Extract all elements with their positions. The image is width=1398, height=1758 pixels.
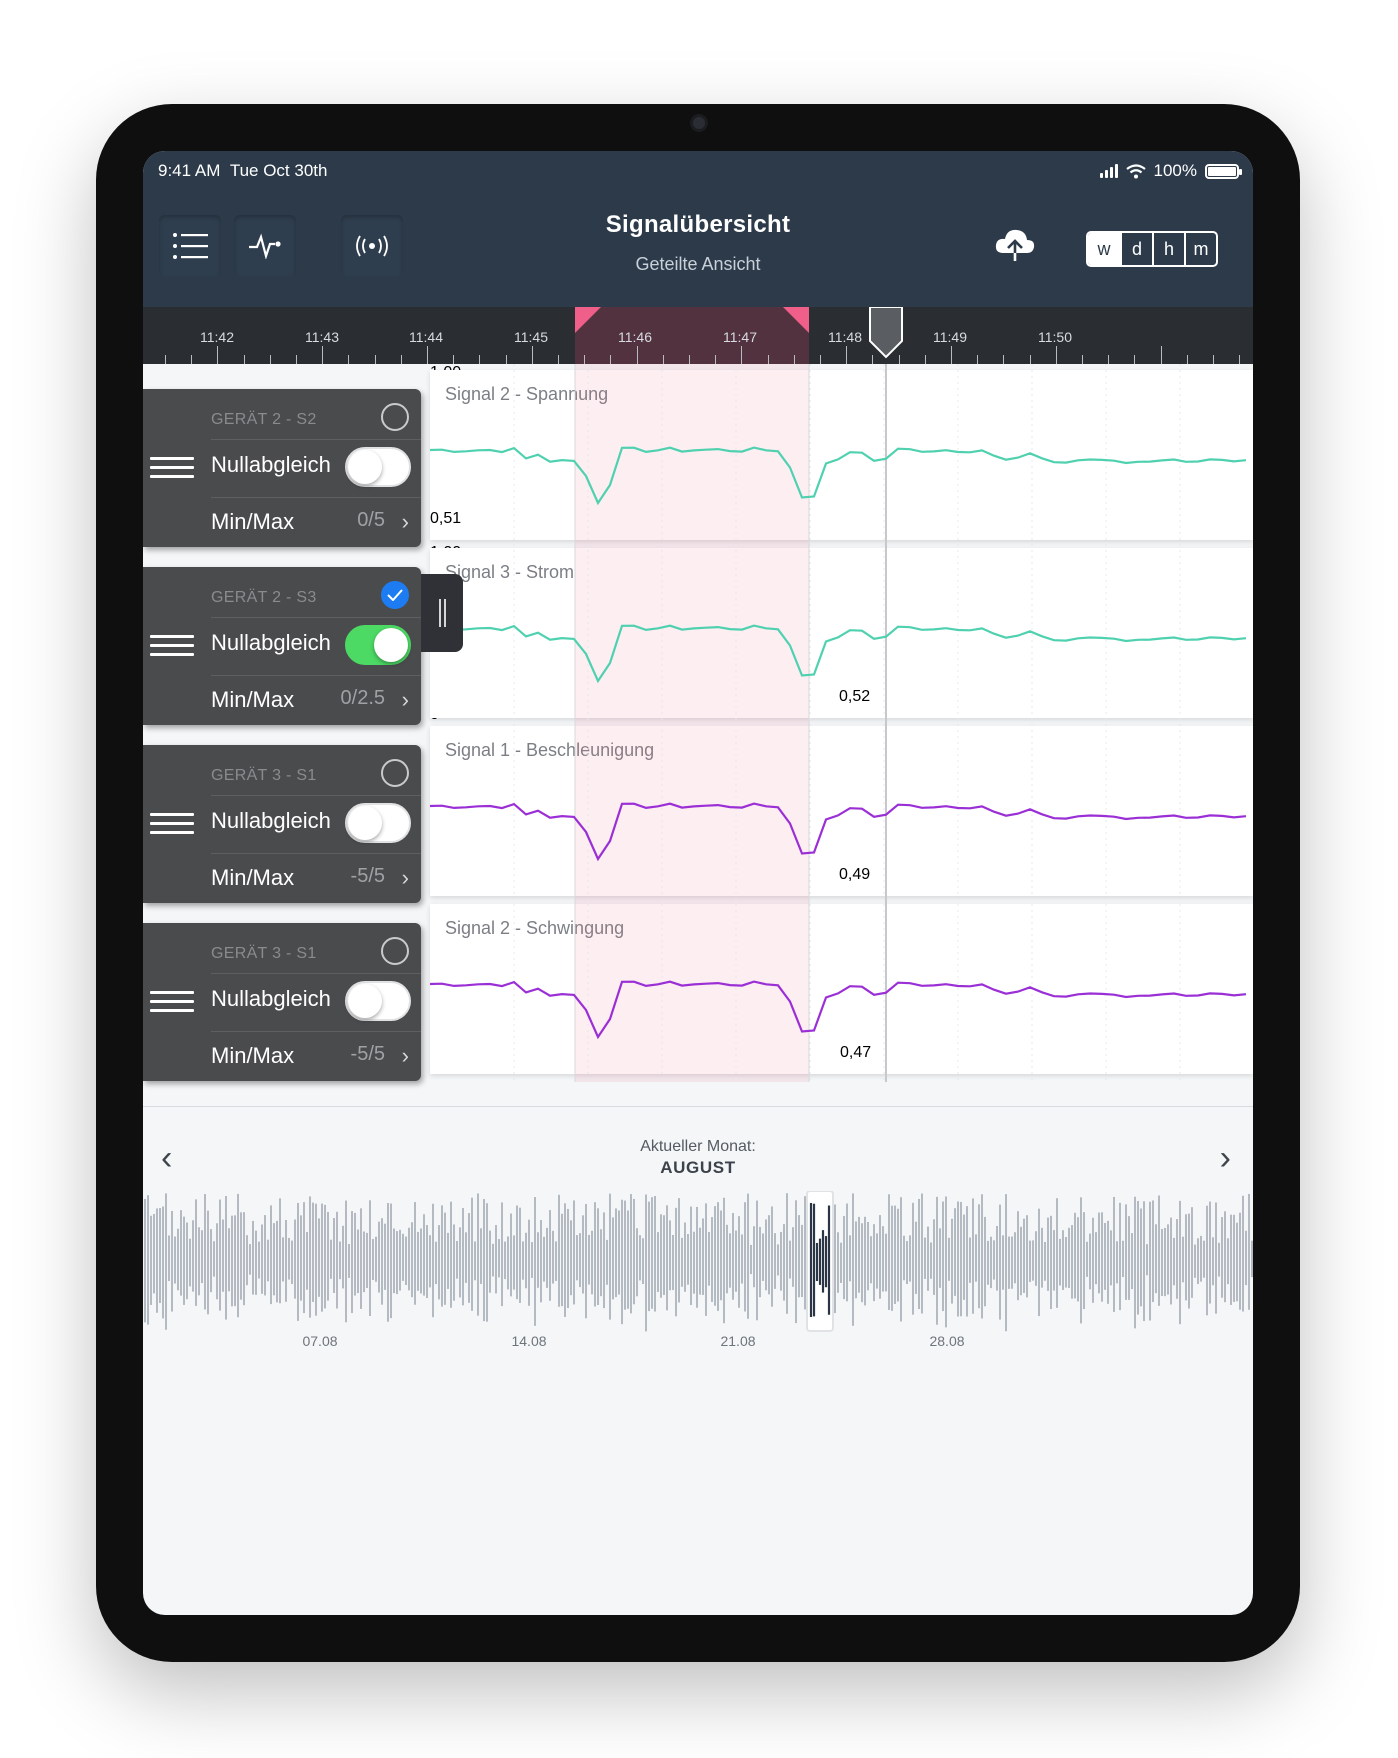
battery-icon (1205, 163, 1242, 179)
playhead[interactable] (869, 307, 903, 359)
signal-value: 0,47 (840, 1044, 872, 1061)
select-radio[interactable] (381, 759, 409, 787)
nullabgleich-toggle[interactable] (345, 447, 411, 487)
select-radio[interactable] (381, 403, 409, 431)
minmax-value: -5/5 (350, 865, 385, 887)
timeline-markers (575, 307, 903, 359)
device-title: GERÄT 2 - S2 (211, 411, 317, 428)
chevron-right-icon[interactable]: › (402, 1043, 409, 1069)
range-end-flag[interactable] (783, 307, 809, 333)
select-radio[interactable] (381, 937, 409, 965)
range-week[interactable]: w (1088, 233, 1120, 265)
range-month[interactable]: m (1184, 233, 1216, 265)
camera (690, 114, 708, 132)
nullabgleich-label: Nullabgleich (211, 452, 331, 477)
date-label: 21.08 (720, 1333, 756, 1349)
section-divider (143, 1106, 1253, 1107)
chevron-right-icon[interactable]: › (402, 509, 409, 535)
checkmark-icon (387, 589, 403, 601)
device-title: GERÄT 3 - S1 (211, 945, 317, 962)
month-name: AUGUST (660, 1158, 736, 1177)
top-bar: 9:41 AM Tue Oct 30th 100% Signalübersich… (143, 151, 1253, 307)
status-right: 100% (1099, 161, 1242, 181)
range-selector: w d h m (1086, 231, 1218, 267)
reorder-handle-icon[interactable] (150, 457, 194, 484)
device-panel: GERÄT 3 - S1 Nullabgleich Min/Max -5/5 › (143, 923, 421, 1081)
date-label: 07.08 (302, 1333, 338, 1349)
battery-percent: 100% (1153, 161, 1197, 180)
signal-line (430, 624, 1247, 684)
range-start-flag[interactable] (575, 307, 601, 333)
minmax-value: 0/2.5 (340, 687, 385, 709)
nullabgleich-label: Nullabgleich (211, 630, 331, 655)
nullabgleich-toggle[interactable] (345, 803, 411, 843)
panel-drag-handle[interactable] (421, 574, 463, 652)
upload-button[interactable] (993, 225, 1037, 270)
signal-value: 0,49 (839, 866, 871, 883)
reorder-handle-icon[interactable] (150, 635, 194, 662)
minmax-label: Min/Max (211, 687, 295, 712)
minmax-label: Min/Max (211, 509, 295, 534)
month-overview-waveform[interactable] (143, 1191, 1253, 1341)
cellular-icon (1099, 164, 1118, 178)
timeline-ruler[interactable]: 11:42 11:43 11:44 11:45 11:46 11:47 11:4… (143, 307, 1253, 364)
device-panel: GERÄT 2 - S3 Nullabgleich Min/Max 0/2.5 … (143, 567, 421, 725)
selection-band (575, 364, 809, 1082)
screen: 9:41 AM Tue Oct 30th 100% Signalübersich… (143, 151, 1253, 1615)
date-label: 28.08 (929, 1333, 965, 1349)
signal-line (430, 980, 1247, 1040)
status-bar: 9:41 AM Tue Oct 30th 100% (143, 151, 1253, 191)
minmax-value: -5/5 (350, 1043, 385, 1065)
nullabgleich-label: Nullabgleich (211, 808, 331, 833)
month-label: Aktueller Monat: (640, 1138, 756, 1155)
device-title: GERÄT 2 - S3 (211, 589, 317, 606)
date-label: 14.08 (511, 1333, 547, 1349)
range-day[interactable]: d (1120, 233, 1152, 265)
minmax-label: Min/Max (211, 865, 295, 890)
status-time: 9:41 AM Tue Oct 30th (158, 161, 328, 180)
reorder-handle-icon[interactable] (150, 813, 194, 840)
minmax-value: 0/5 (357, 509, 385, 531)
chevron-right-icon[interactable]: › (402, 865, 409, 891)
reorder-handle-icon[interactable] (150, 991, 194, 1018)
signal-line (430, 802, 1247, 862)
chevron-right-icon[interactable]: › (402, 687, 409, 713)
nullabgleich-toggle[interactable] (345, 625, 411, 665)
minmax-label: Min/Max (211, 1043, 295, 1068)
cloud-upload-icon (995, 229, 1035, 261)
select-radio[interactable] (381, 581, 409, 609)
signal-plot (430, 364, 1247, 1082)
tablet-frame: 9:41 AM Tue Oct 30th 100% Signalübersich… (96, 104, 1300, 1662)
nullabgleich-toggle[interactable] (345, 981, 411, 1021)
signal-line (430, 446, 1247, 506)
signal-value: 0,51 (430, 510, 462, 527)
wifi-icon (1125, 163, 1146, 178)
signal-value: 0,52 (839, 688, 871, 705)
signal-charts: Signal 2 - Spannung Signal 3 - Strom Sig… (430, 364, 1253, 1082)
device-panel: GERÄT 3 - S1 Nullabgleich Min/Max -5/5 › (143, 745, 421, 903)
device-title: GERÄT 3 - S1 (211, 767, 317, 784)
device-panel: GERÄT 2 - S2 Nullabgleich Min/Max 0/5 › (143, 389, 421, 547)
nullabgleich-label: Nullabgleich (211, 986, 331, 1011)
range-hour[interactable]: h (1152, 233, 1184, 265)
